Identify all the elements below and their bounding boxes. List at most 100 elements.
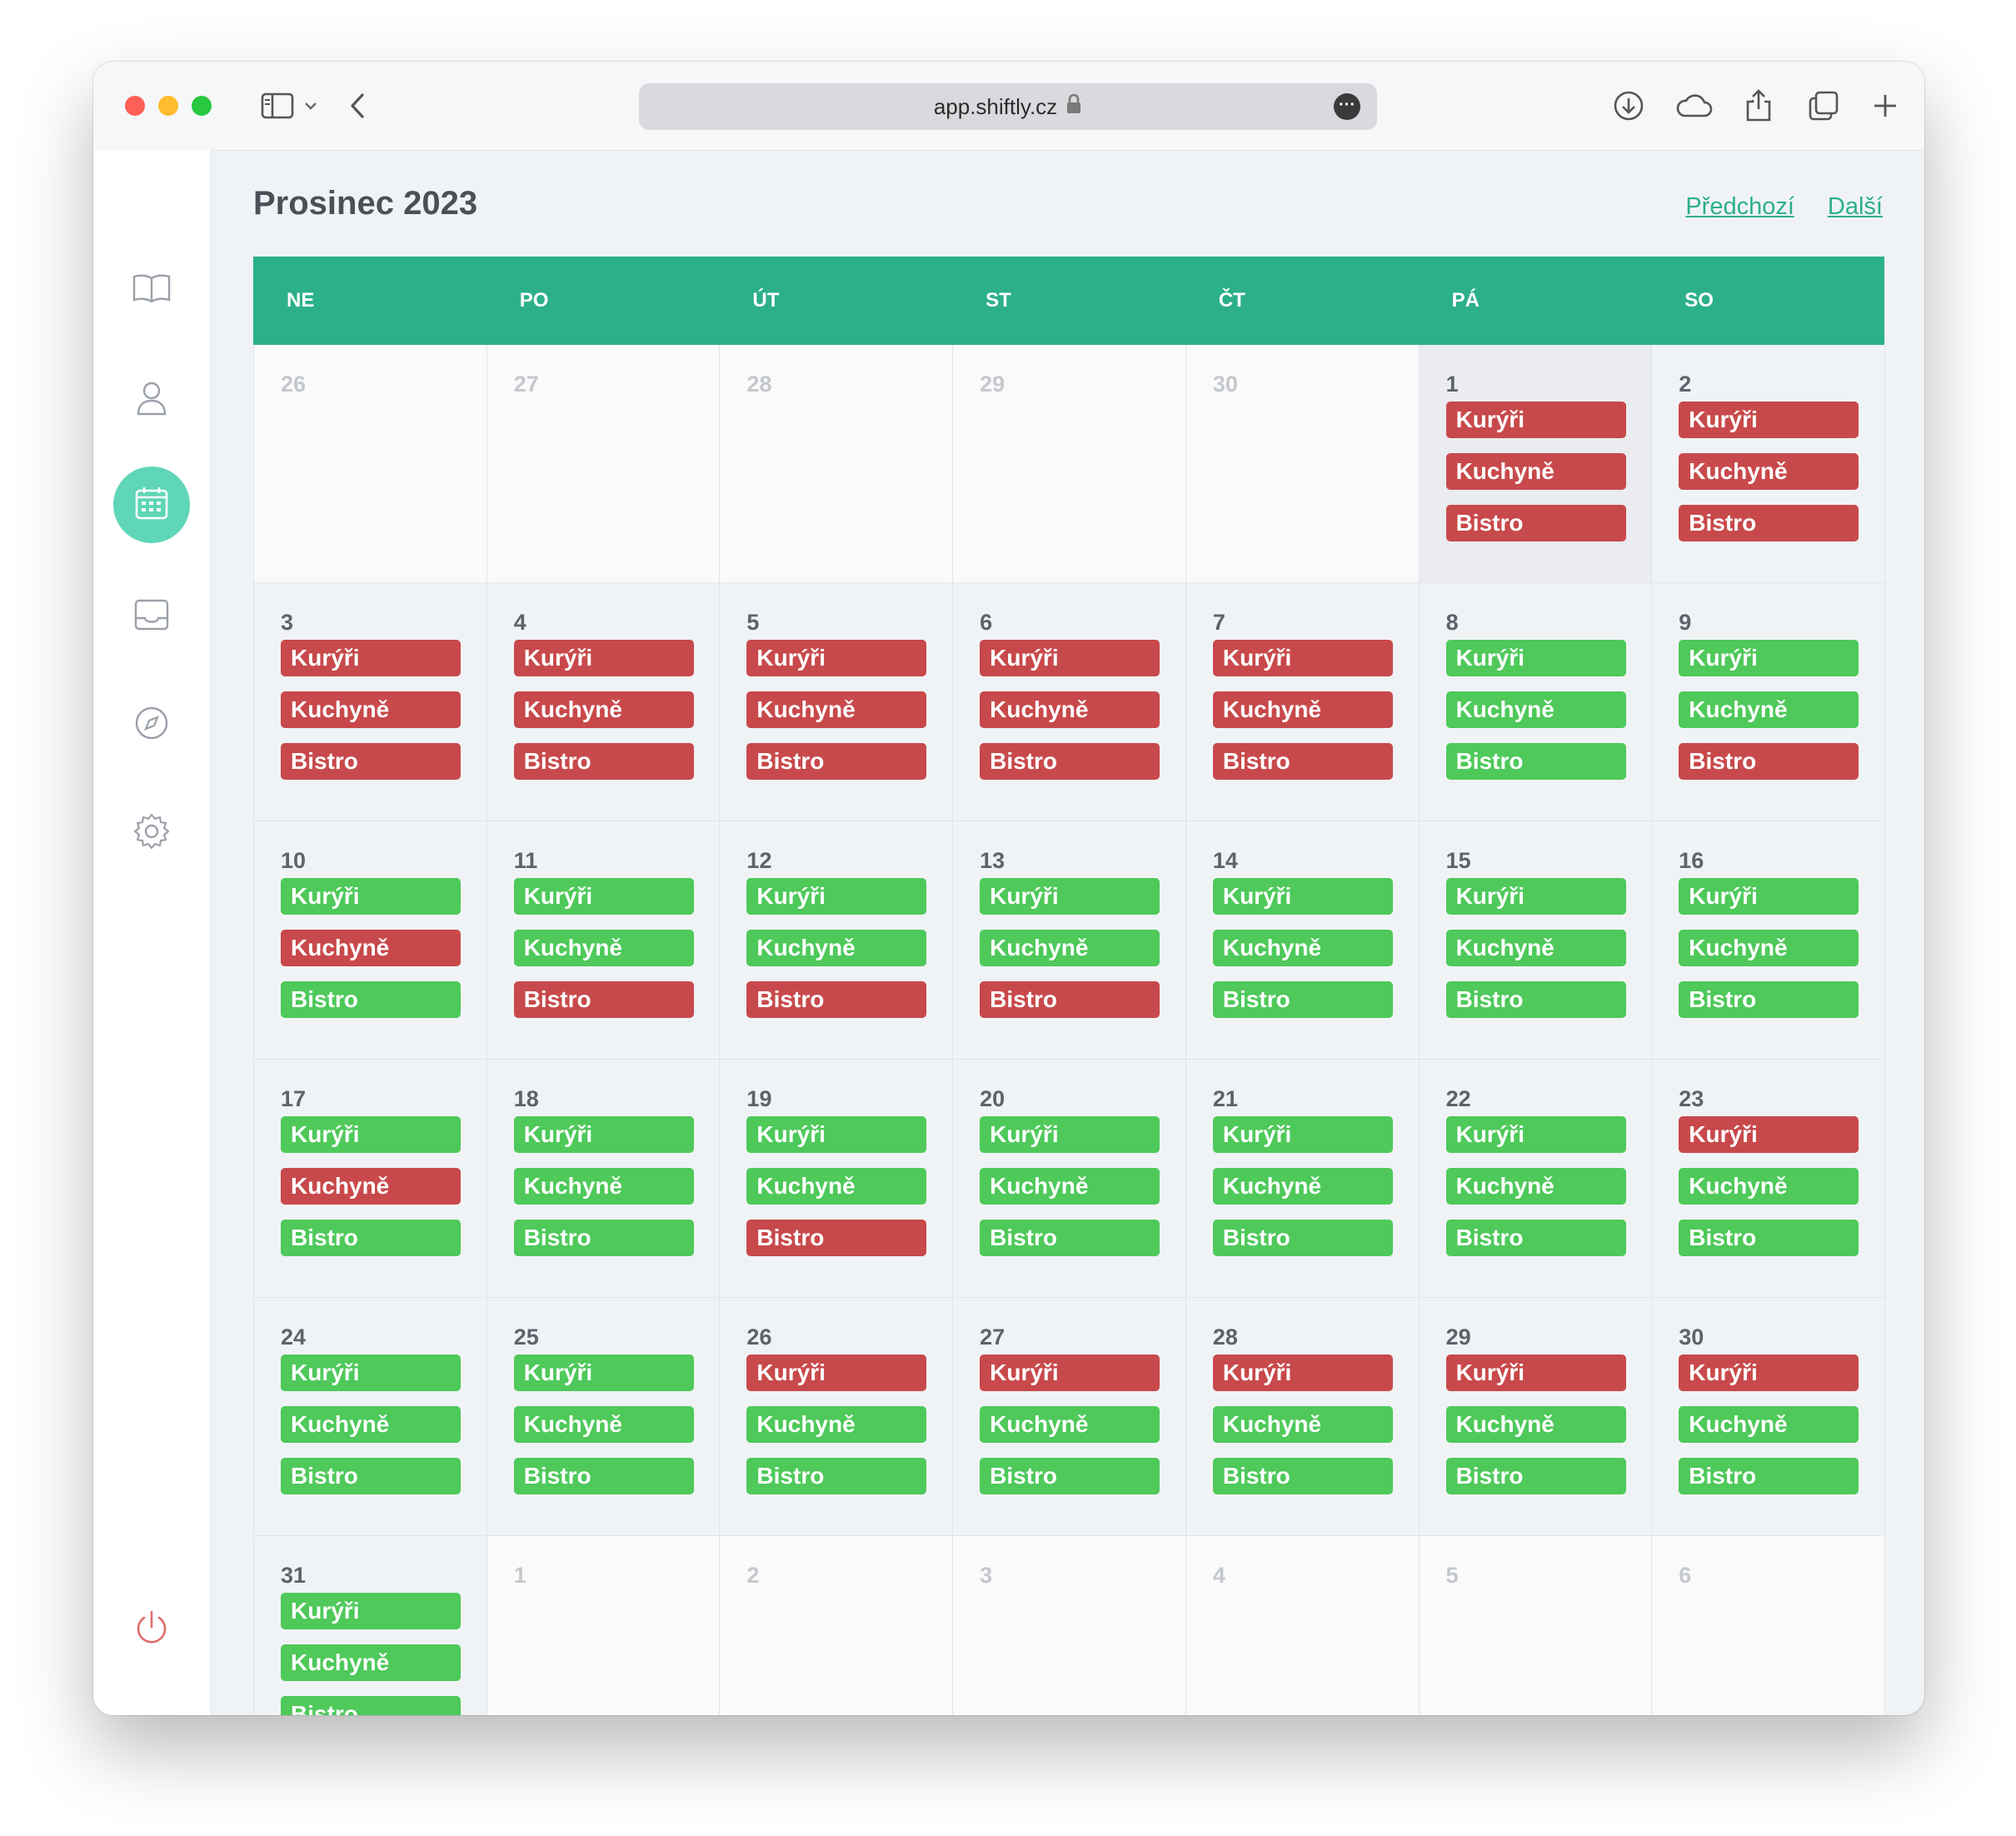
shift-badge[interactable]: Bistro bbox=[746, 981, 927, 1018]
shift-badge[interactable]: Kurýři bbox=[513, 1116, 694, 1153]
shift-badge[interactable]: Kuchyně bbox=[746, 1168, 927, 1205]
shift-badge[interactable]: Kuchyně bbox=[1679, 691, 1859, 728]
shift-badge[interactable]: Kurýři bbox=[513, 878, 694, 915]
calendar-day-cell[interactable]: 18 Kurýři Kuchyně Bistro bbox=[487, 1060, 721, 1298]
previous-month-link[interactable]: Předchozí bbox=[1685, 193, 1794, 221]
shift-badge[interactable]: Kuchyně bbox=[980, 1168, 1160, 1205]
shift-badge[interactable]: Bistro bbox=[513, 981, 694, 1018]
calendar-day-cell[interactable]: 2 Kurýři Kuchyně Bistro bbox=[1652, 345, 1885, 583]
calendar-day-cell[interactable]: 5 Kurýři Kuchyně Bistro bbox=[720, 583, 954, 821]
calendar-day-cell[interactable]: 10 Kurýři Kuchyně Bistro bbox=[254, 821, 487, 1060]
shift-badge[interactable]: Bistro bbox=[1445, 981, 1626, 1018]
chevron-down-icon[interactable] bbox=[298, 85, 323, 127]
shift-badge[interactable]: Kurýři bbox=[980, 640, 1160, 676]
shift-badge[interactable]: Kuchyně bbox=[1445, 453, 1626, 490]
shift-badge[interactable]: Bistro bbox=[281, 981, 461, 1018]
sidebar-item-explore[interactable] bbox=[113, 686, 190, 763]
shift-badge[interactable]: Kuchyně bbox=[1445, 1168, 1626, 1205]
next-month-link[interactable]: Další bbox=[1828, 193, 1883, 221]
calendar-day-cell[interactable]: 28 Kurýři Kuchyně Bistro bbox=[1185, 1298, 1420, 1536]
shift-badge[interactable]: Bistro bbox=[1445, 1220, 1626, 1256]
shift-badge[interactable]: Kurýři bbox=[281, 1116, 461, 1153]
shift-badge[interactable]: Kuchyně bbox=[1445, 930, 1626, 966]
shift-badge[interactable]: Bistro bbox=[1679, 1220, 1859, 1256]
shift-badge[interactable]: Bistro bbox=[1212, 1458, 1393, 1494]
calendar-day-cell[interactable]: 27 bbox=[487, 345, 721, 583]
shift-badge[interactable]: Kuchyně bbox=[281, 1644, 461, 1681]
calendar-day-cell[interactable]: 8 Kurýři Kuchyně Bistro bbox=[1419, 583, 1653, 821]
shift-badge[interactable]: Bistro bbox=[1679, 981, 1859, 1018]
download-icon[interactable] bbox=[1608, 85, 1649, 127]
shift-badge[interactable]: Kurýři bbox=[746, 878, 927, 915]
calendar-day-cell[interactable]: 31 Kurýři Kuchyně Bistro bbox=[254, 1536, 487, 1715]
shift-badge[interactable]: Bistro bbox=[281, 743, 461, 780]
shift-badge[interactable]: Kuchyně bbox=[1679, 1406, 1859, 1443]
shift-badge[interactable]: Kuchyně bbox=[1679, 930, 1859, 966]
calendar-day-cell[interactable]: 17 Kurýři Kuchyně Bistro bbox=[254, 1060, 487, 1298]
calendar-day-cell[interactable]: 1 Kurýři Kuchyně Bistro bbox=[1419, 345, 1653, 583]
calendar-day-cell[interactable]: 1 bbox=[487, 1536, 721, 1715]
address-bar[interactable]: app.shiftly.cz ··· bbox=[639, 83, 1377, 130]
calendar-day-cell[interactable]: 26 bbox=[254, 345, 487, 583]
shift-badge[interactable]: Kurýři bbox=[1445, 878, 1626, 915]
shift-badge[interactable]: Kuchyně bbox=[513, 691, 694, 728]
shift-badge[interactable]: Kurýři bbox=[281, 878, 461, 915]
sidebar-toggle-icon[interactable] bbox=[257, 85, 298, 127]
shift-badge[interactable]: Kuchyně bbox=[746, 691, 927, 728]
calendar-day-cell[interactable]: 29 Kurýři Kuchyně Bistro bbox=[1419, 1298, 1653, 1536]
calendar-day-cell[interactable]: 12 Kurýři Kuchyně Bistro bbox=[720, 821, 954, 1060]
share-icon[interactable] bbox=[1738, 85, 1779, 127]
new-tab-icon[interactable] bbox=[1864, 85, 1906, 127]
calendar-day-cell[interactable]: 9 Kurýři Kuchyně Bistro bbox=[1652, 583, 1885, 821]
calendar-day-cell[interactable]: 3 Kurýři Kuchyně Bistro bbox=[254, 583, 487, 821]
shift-badge[interactable]: Kuchyně bbox=[1445, 1406, 1626, 1443]
shift-badge[interactable]: Kurýři bbox=[980, 878, 1160, 915]
shift-badge[interactable]: Kuchyně bbox=[513, 930, 694, 966]
shift-badge[interactable]: Kuchyně bbox=[980, 930, 1160, 966]
shift-badge[interactable]: Bistro bbox=[1679, 743, 1859, 780]
shift-badge[interactable]: Bistro bbox=[1679, 505, 1859, 541]
shift-badge[interactable]: Bistro bbox=[281, 1696, 461, 1715]
shift-badge[interactable]: Kurýři bbox=[1212, 878, 1393, 915]
close-window-button[interactable] bbox=[125, 96, 145, 116]
shift-badge[interactable]: Kurýři bbox=[1445, 402, 1626, 438]
calendar-day-cell[interactable]: 4 bbox=[1185, 1536, 1420, 1715]
shift-badge[interactable]: Kurýři bbox=[1445, 640, 1626, 676]
shift-badge[interactable]: Kuchyně bbox=[1212, 691, 1393, 728]
shift-badge[interactable]: Kurýři bbox=[1679, 878, 1859, 915]
calendar-day-cell[interactable]: 3 bbox=[953, 1536, 1186, 1715]
calendar-day-cell[interactable]: 6 bbox=[1652, 1536, 1885, 1715]
shift-badge[interactable]: Bistro bbox=[513, 743, 694, 780]
calendar-day-cell[interactable]: 11 Kurýři Kuchyně Bistro bbox=[487, 821, 721, 1060]
shift-badge[interactable]: Kuchyně bbox=[980, 691, 1160, 728]
shift-badge[interactable]: Kuchyně bbox=[1212, 1406, 1393, 1443]
shift-badge[interactable]: Bistro bbox=[1445, 743, 1626, 780]
shift-badge[interactable]: Kuchyně bbox=[513, 1406, 694, 1443]
shift-badge[interactable]: Kurýři bbox=[1212, 1355, 1393, 1391]
zoom-window-button[interactable] bbox=[192, 96, 212, 116]
calendar-day-cell[interactable]: 5 bbox=[1419, 1536, 1653, 1715]
calendar-day-cell[interactable]: 19 Kurýři Kuchyně Bistro bbox=[720, 1060, 954, 1298]
shift-badge[interactable]: Kurýři bbox=[746, 1116, 927, 1153]
shift-badge[interactable]: Kurýři bbox=[980, 1116, 1160, 1153]
calendar-day-cell[interactable]: 25 Kurýři Kuchyně Bistro bbox=[487, 1298, 721, 1536]
shift-badge[interactable]: Kuchyně bbox=[513, 1168, 694, 1205]
shift-badge[interactable]: Kuchyně bbox=[1212, 930, 1393, 966]
shift-badge[interactable]: Kuchyně bbox=[746, 930, 927, 966]
calendar-day-cell[interactable]: 16 Kurýři Kuchyně Bistro bbox=[1652, 821, 1885, 1060]
shift-badge[interactable]: Kurýři bbox=[1679, 1355, 1859, 1391]
shift-badge[interactable]: Kuchyně bbox=[1679, 453, 1859, 490]
shift-badge[interactable]: Kuchyně bbox=[1212, 1168, 1393, 1205]
shift-badge[interactable]: Kurýři bbox=[1679, 1116, 1859, 1153]
shift-badge[interactable]: Bistro bbox=[1212, 743, 1393, 780]
calendar-day-cell[interactable]: 24 Kurýři Kuchyně Bistro bbox=[254, 1298, 487, 1536]
shift-badge[interactable]: Kurýři bbox=[746, 1355, 927, 1391]
shift-badge[interactable]: Kuchyně bbox=[281, 691, 461, 728]
sidebar-item-settings[interactable] bbox=[113, 795, 190, 871]
shift-badge[interactable]: Kuchyně bbox=[980, 1406, 1160, 1443]
sidebar-item-users[interactable] bbox=[113, 362, 190, 438]
shift-badge[interactable]: Bistro bbox=[980, 981, 1160, 1018]
shift-badge[interactable]: Kurýři bbox=[281, 1593, 461, 1629]
calendar-day-cell[interactable]: 23 Kurýři Kuchyně Bistro bbox=[1652, 1060, 1885, 1298]
shift-badge[interactable]: Bistro bbox=[980, 1458, 1160, 1494]
